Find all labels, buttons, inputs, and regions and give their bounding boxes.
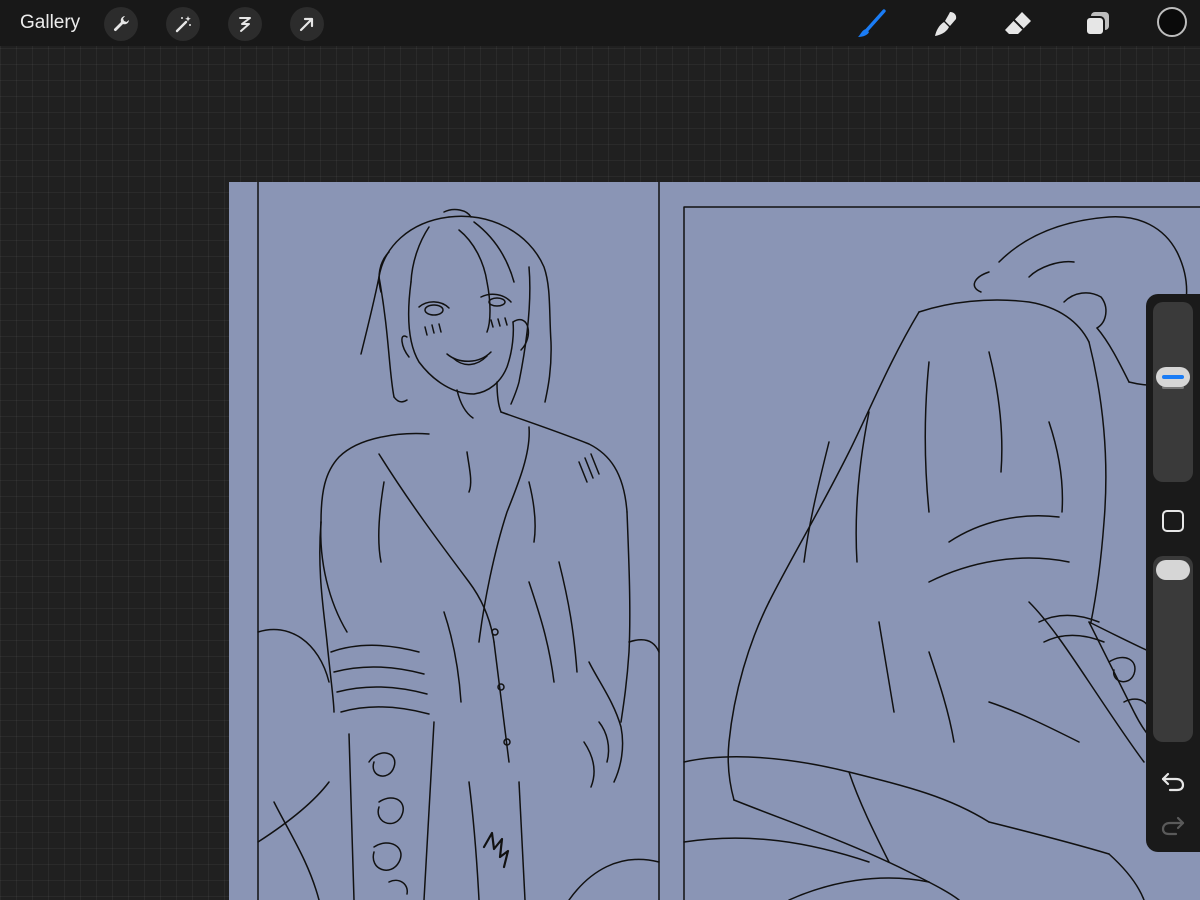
selection-icon: [239, 17, 251, 32]
transform-button[interactable]: [290, 7, 324, 41]
brush-icon: [858, 9, 886, 37]
brush-size-thumb[interactable]: [1156, 366, 1190, 387]
wrench-icon: [113, 16, 129, 32]
eraser-icon: [1005, 12, 1031, 34]
size-indicator: [1162, 374, 1184, 379]
undo-icon: [1161, 772, 1185, 792]
canvas-document[interactable]: [229, 182, 1200, 900]
smudge-tool-button[interactable]: [928, 6, 964, 42]
top-toolbar: Gallery: [0, 0, 1200, 46]
color-picker-button[interactable]: [1157, 7, 1187, 37]
gallery-button[interactable]: Gallery: [20, 12, 80, 34]
brush-size-slider[interactable]: [1153, 302, 1193, 482]
selection-button[interactable]: [228, 7, 262, 41]
opacity-slider[interactable]: [1153, 556, 1193, 742]
magic-wand-icon: [175, 16, 191, 33]
undo-button[interactable]: [1158, 766, 1188, 796]
actions-button[interactable]: [104, 7, 138, 41]
opacity-thumb[interactable]: [1156, 560, 1190, 580]
modify-button[interactable]: [1158, 506, 1188, 536]
transform-arrow-icon: [299, 17, 314, 32]
redo-button[interactable]: [1158, 810, 1188, 840]
layers-icon: [1085, 12, 1109, 36]
smudge-icon: [935, 12, 957, 36]
layers-button[interactable]: [1080, 6, 1116, 42]
redo-icon: [1161, 816, 1185, 836]
line-art-drawing: [257, 182, 1200, 900]
modify-square-icon: [1162, 510, 1184, 532]
brush-tool-button[interactable]: [854, 6, 890, 42]
eraser-tool-button[interactable]: [1000, 6, 1036, 42]
side-panel: [1146, 294, 1200, 852]
adjustments-button[interactable]: [166, 7, 200, 41]
